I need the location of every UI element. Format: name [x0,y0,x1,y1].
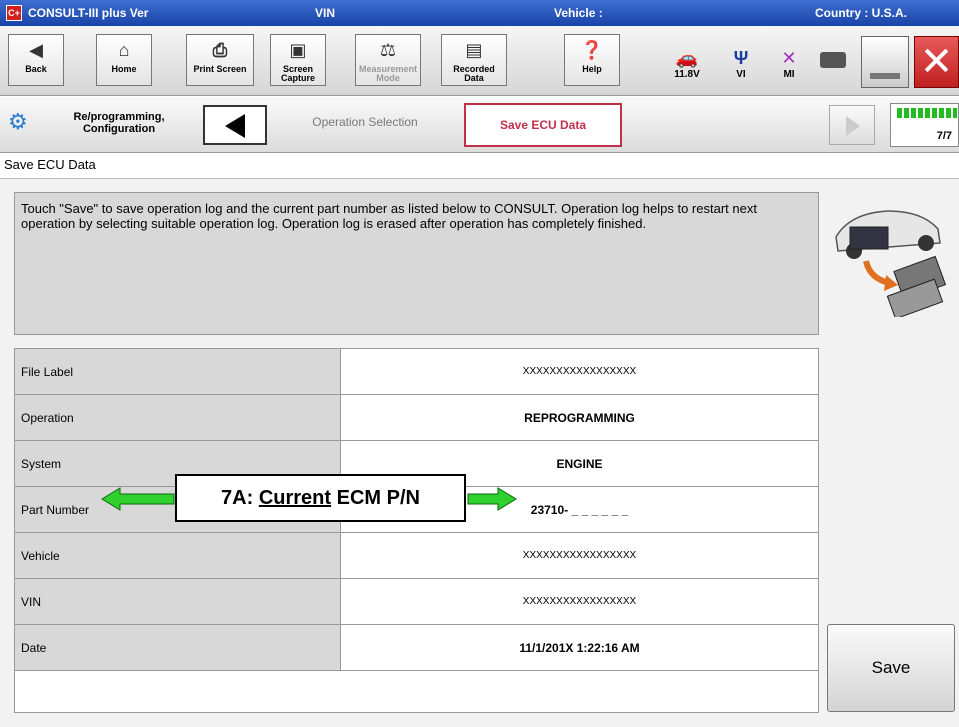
close-button[interactable]: ✕ [914,36,959,88]
battery-status: 🚗 11.8V [664,48,710,80]
callout-underlined: Current [258,487,332,509]
vi-status: Ψ VI [726,48,756,80]
app-title: CONSULT-III plus Ver [28,6,149,20]
screen-capture-button[interactable]: ▣ Screen Capture [270,34,326,86]
toolbar: ◀ Back ⌂ Home ⎙ Print Screen ▣ Screen Captur… [0,26,959,96]
row-value: REPROGRAMMING [340,394,819,441]
ecu-data-table: File Label XXXXXXXXXXXXXXXXX Operation REPR… [14,348,819,713]
row-value: XXXXXXXXXXXXXXXXX [340,348,819,395]
back-arrow-icon: ◀ [29,40,43,60]
callout-left-arrow-icon [100,486,176,517]
title-bar: C+ CONSULT-III plus Ver VIN Vehicle : Co… [0,0,959,26]
measurement-icon: ⚖ [379,40,397,60]
car-laptop-icon [830,199,948,320]
section-label: Re/programming, Configuration [73,111,165,135]
app-logo: C+ [6,5,22,21]
antenna-icon: Ψ [733,48,749,68]
previous-step-button[interactable] [203,105,267,145]
recorded-data-button[interactable]: ▤ Recorded Data [441,34,507,86]
callout-prefix: 7A: [221,487,259,509]
progress-bar [897,108,957,118]
table-row: Operation REPROGRAMMING [14,394,819,441]
row-value: 11/1/201X 1:22:16 AM [340,624,819,671]
mi-disconnected-icon: ✕ [781,48,797,68]
breadcrumb-bar: ⚙ Re/programming, Configuration Operatio… [0,97,959,153]
table-row: VIN XXXXXXXXXXXXXXXXX [14,578,819,625]
minimize-icon [870,73,900,79]
callout-suffix: ECM P/N [331,487,420,509]
empty-row [14,670,819,713]
mi-status: ✕ MI [774,48,804,80]
home-button[interactable]: ⌂ Home [96,34,152,86]
print-screen-button[interactable]: ⎙ Print Screen [186,34,254,86]
right-arrow-icon [846,116,860,136]
row-value: XXXXXXXXXXXXXXXXX [340,532,819,579]
help-icon: ❓ [580,40,604,60]
progress-indicator: 7/7 [890,103,959,147]
car-icon: 🚗 [675,48,699,68]
country-label: Country : U.S.A. [815,6,907,20]
home-icon: ⌂ [118,40,130,60]
back-button[interactable]: ◀ Back [8,34,64,86]
row-label: Vehicle [14,532,341,579]
row-label: Operation [14,394,341,441]
camera-icon: ▣ [289,40,307,60]
row-label: File Label [14,348,341,395]
row-label: VIN [14,578,341,625]
measurement-mode-button[interactable]: ⚖ Measurement Mode [355,34,421,86]
help-button[interactable]: ❓ Help [564,34,620,86]
vin-label: VIN [315,6,336,20]
callout-right-arrow-icon [466,486,518,517]
instruction-message: Touch "Save" to save operation log and t… [14,192,819,335]
close-icon: ✕ [919,40,954,84]
reprogramming-icon: ⚙ [8,109,28,134]
table-row: Vehicle XXXXXXXXXXXXXXXXX [14,532,819,579]
page-title: Save ECU Data [0,153,959,179]
printer-icon: ⎙ [212,40,228,60]
left-arrow-icon [225,114,245,138]
breadcrumb-step-operation-selection[interactable]: Operation Selection [280,115,450,129]
vehicle-label: Vehicle : [554,6,603,20]
row-value: XXXXXXXXXXXXXXXXX [340,578,819,625]
recorded-data-icon: ▤ [465,40,483,60]
minimize-button[interactable] [861,36,909,88]
row-label: Date [14,624,341,671]
annotation-callout: 7A: Current ECM P/N [175,474,466,522]
main-content: Touch "Save" to save operation log and t… [0,179,959,727]
table-row: File Label XXXXXXXXXXXXXXXXX [14,348,819,395]
save-button[interactable]: Save [827,624,955,712]
breadcrumb-step-save-ecu-data[interactable]: Save ECU Data [464,103,622,147]
table-row: Date 11/1/201X 1:22:16 AM [14,624,819,671]
next-step-button[interactable] [829,105,875,145]
signal-indicator-icon [820,52,846,68]
progress-label: 7/7 [936,130,952,142]
